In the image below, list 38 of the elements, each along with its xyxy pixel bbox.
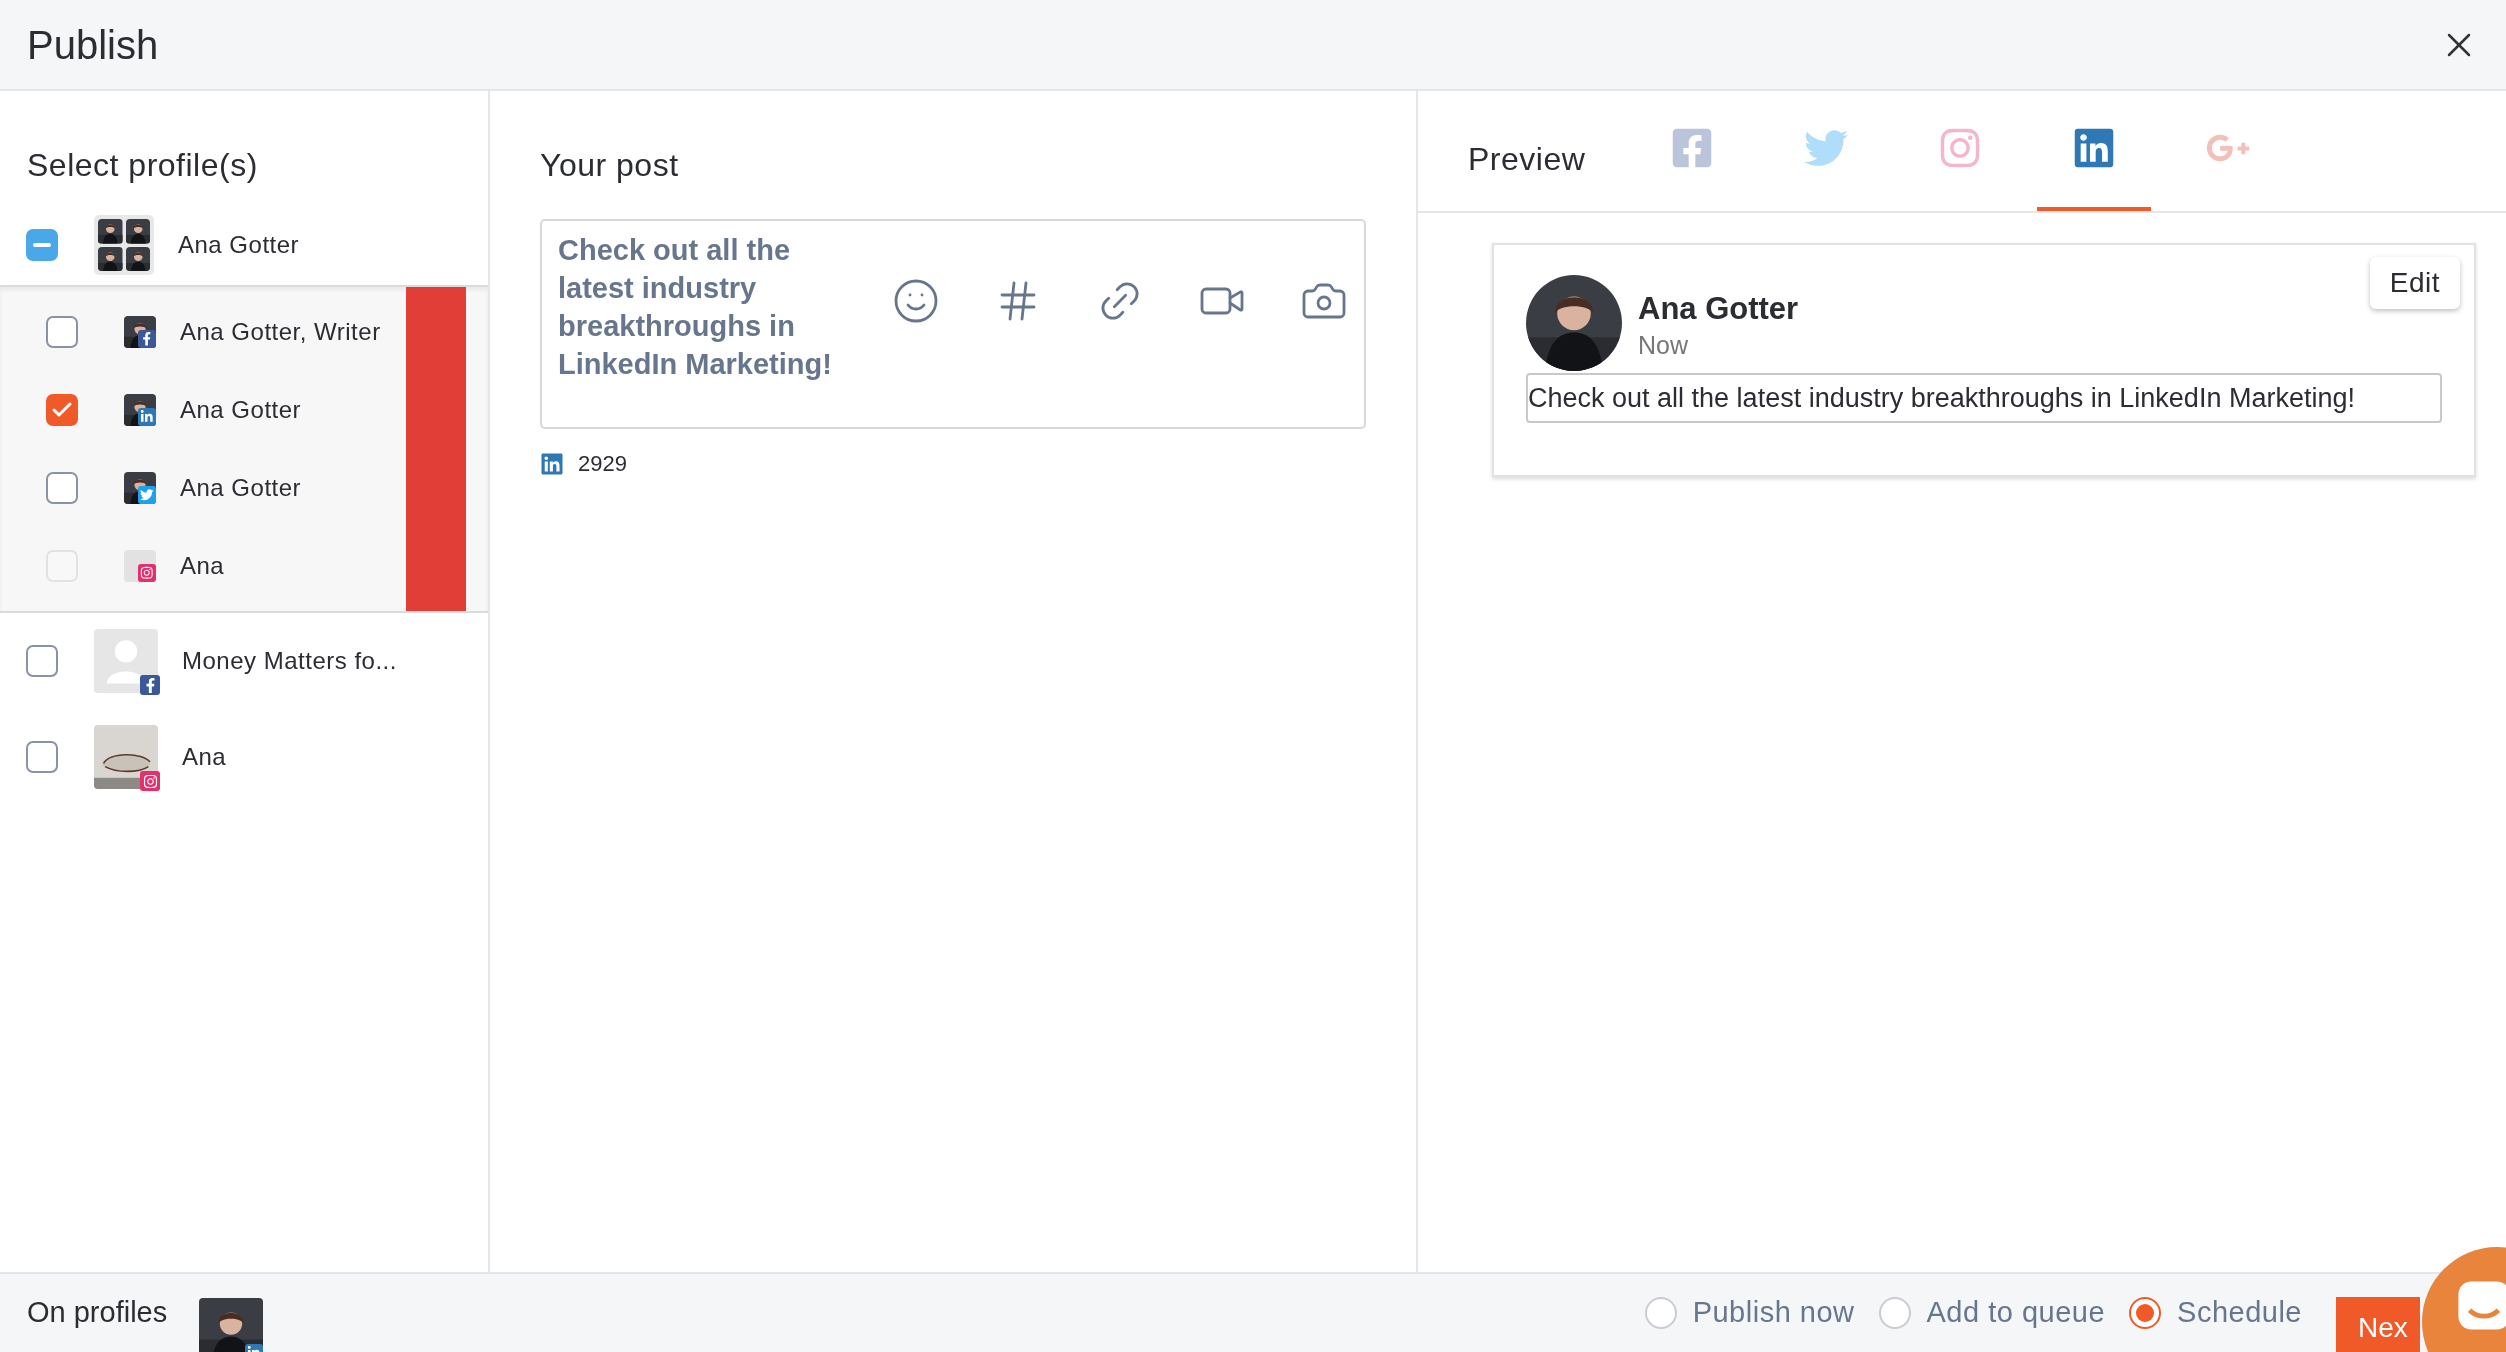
instagram-icon [140, 771, 160, 791]
linkedin-icon [540, 451, 564, 476]
profile-name: Ana Gotter [178, 230, 300, 260]
profile-name: Ana Gotter, Writer [180, 317, 381, 347]
user-icon [94, 629, 158, 693]
bird-icon [138, 486, 156, 504]
checkbox[interactable] [46, 472, 78, 504]
facebook-icon [138, 330, 156, 348]
footer-label: On profiles [27, 1295, 168, 1331]
radio-option[interactable]: Add to queue [1878, 1291, 2106, 1335]
linkedin-icon [138, 408, 156, 426]
post-text-field[interactable]: Check out all the latest industry breakthroughs in LinkedIn Marketing! [558, 231, 862, 411]
window-title: Publish [27, 21, 159, 69]
profile-name: Ana Gotter [180, 473, 302, 503]
profile-name: Ana Gotter [180, 395, 302, 425]
radio-option[interactable]: Publish now [1644, 1291, 1855, 1335]
author-name: Ana Gotter [1638, 291, 1799, 328]
radio-option[interactable]: Schedule [2129, 1291, 2302, 1335]
minus-icon [33, 243, 51, 247]
profile-name: Money Matters fo... [182, 646, 397, 676]
post-editor[interactable]: Check out all the latest industry breakthroughs in LinkedIn Marketing! [540, 219, 1366, 429]
character-count: 2929 [578, 450, 627, 478]
profile-name: Ana [180, 551, 225, 581]
post-time: Now [1638, 330, 1689, 362]
section-heading: Preview [1468, 140, 1586, 179]
emoji-icon[interactable] [892, 277, 940, 325]
checkbox[interactable] [26, 645, 58, 677]
instagram-icon [138, 564, 156, 582]
edit-button[interactable]: Edit [2369, 257, 2460, 309]
next-button[interactable]: Nex [2336, 1297, 2420, 1352]
checkbox[interactable] [46, 394, 78, 426]
section-heading: Your post [540, 146, 680, 185]
facebook-icon [140, 675, 160, 695]
checkbox[interactable] [26, 229, 58, 261]
checkbox[interactable] [46, 316, 78, 348]
profile-name: Ana [182, 742, 227, 772]
checkbox[interactable] [26, 741, 58, 773]
section-heading: Select profile(s) [26, 146, 259, 185]
